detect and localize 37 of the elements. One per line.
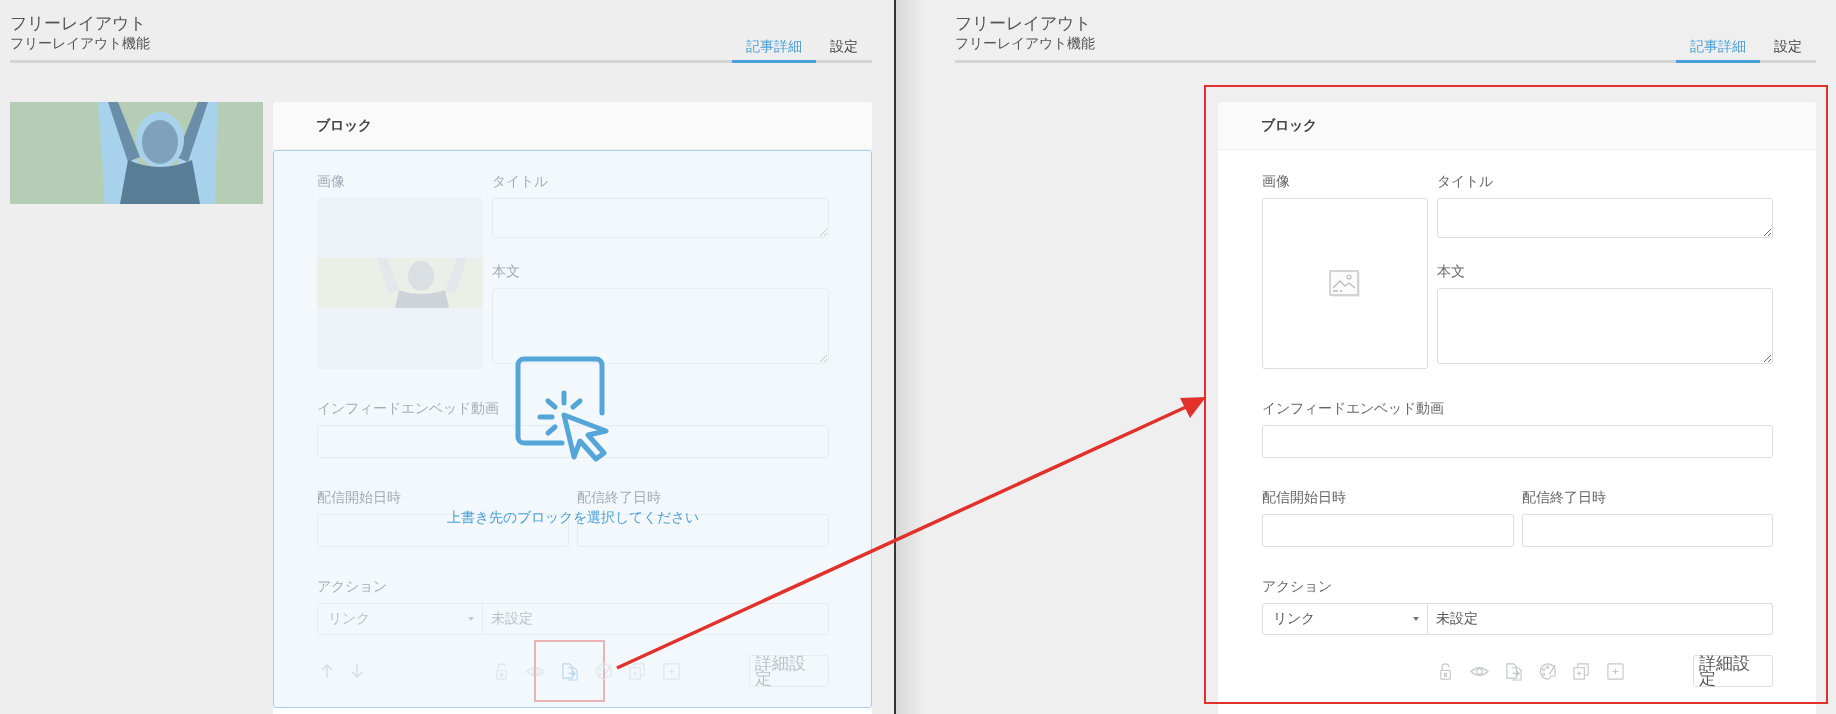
field-label: 画像 [317, 172, 345, 190]
page-title: フリーレイアウト [955, 12, 1092, 34]
field-label: 配信開始日時 [1262, 488, 1346, 506]
field-label: 配信開始日時 [317, 488, 401, 506]
image-drop-area[interactable] [1262, 198, 1428, 369]
page-title: フリーレイアウト [10, 12, 147, 34]
detail-settings-button[interactable]: 詳細設定 [1693, 655, 1773, 687]
action-value-field[interactable]: 未設定 [1428, 603, 1773, 635]
overlay-message: 上書き先のブロックを選択してください [446, 509, 699, 525]
palette-icon[interactable] [1538, 661, 1557, 681]
field-label: 画像 [1262, 172, 1290, 190]
end-date-field[interactable] [1521, 514, 1773, 547]
action-select[interactable]: リンク [1262, 603, 1428, 635]
block-heading: ブロック [316, 116, 372, 135]
field-label: 配信終了日時 [577, 488, 661, 506]
body-field[interactable] [1437, 288, 1773, 364]
title-field[interactable] [1437, 198, 1773, 238]
video-field[interactable] [1262, 425, 1773, 458]
tab[interactable]: 設定 [816, 38, 872, 63]
field-label: タイトル [1437, 172, 1493, 190]
add-icon[interactable] [1606, 661, 1625, 681]
tab[interactable]: 設定 [1760, 38, 1816, 63]
field-label: アクション [1262, 577, 1332, 595]
field-label: インフィードエンベッド動画 [1262, 399, 1444, 417]
field-label: 本文 [492, 262, 520, 280]
field-label: インフィードエンベッド動画 [317, 399, 499, 417]
field-label: タイトル [492, 172, 548, 190]
image-placeholder-icon [1329, 269, 1361, 298]
caret-icon [1413, 617, 1419, 621]
page-subtitle: フリーレイアウト機能 [10, 34, 150, 52]
block-heading: ブロック [1261, 116, 1317, 135]
copy-to-icon[interactable] [1504, 661, 1523, 681]
start-date-field[interactable] [1262, 514, 1514, 547]
field-label: 配信終了日時 [1521, 488, 1606, 506]
page-subtitle: フリーレイアウト機能 [955, 34, 1095, 52]
field-label: アクション [317, 577, 387, 595]
field-label: 本文 [1437, 262, 1465, 280]
